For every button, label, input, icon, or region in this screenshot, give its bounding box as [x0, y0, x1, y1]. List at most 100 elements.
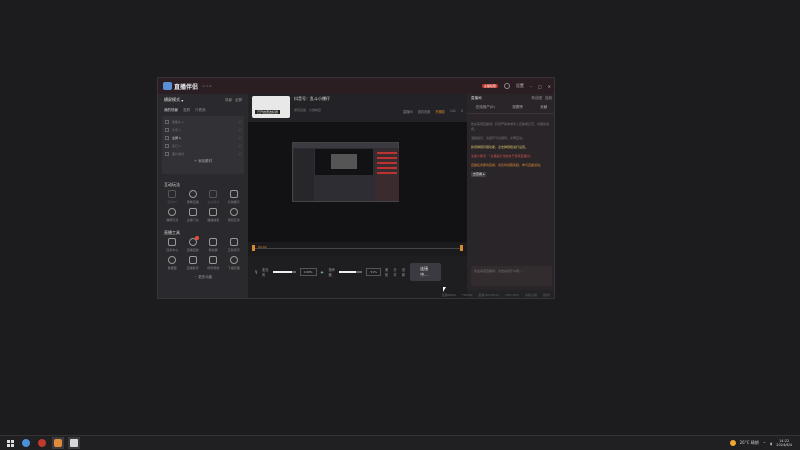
interactive-tool-label: 观看直播	[186, 200, 199, 204]
scene-item[interactable]: 图片素材 ◎	[165, 150, 241, 158]
speaker-volume-slider[interactable]	[339, 271, 363, 273]
link-icon	[209, 190, 218, 198]
tab-portrait[interactable]: 竖屏	[183, 108, 190, 113]
live-tool[interactable]: 正版音乐	[224, 238, 245, 252]
room-tag[interactable]: 大放映室	[309, 108, 321, 112]
add-source-button[interactable]: + 添加素材	[165, 159, 241, 164]
live-tool-label: 正版音乐	[227, 248, 240, 252]
interactive-tool[interactable]: 游戏互动	[224, 208, 245, 222]
eye-icon[interactable]: ◎	[238, 120, 241, 124]
speaker-icon[interactable]: 🔈	[321, 270, 325, 274]
scene-action[interactable]: 场景	[225, 98, 232, 103]
tab-contribution[interactable]: 贡献	[540, 105, 547, 110]
network-icon[interactable]: ⌃	[763, 441, 766, 446]
chevron-down-icon[interactable]: ▾	[180, 98, 183, 103]
live-tool[interactable]: 数据面	[162, 256, 183, 270]
maximize-icon[interactable]: □	[538, 84, 542, 89]
chat-input[interactable]: 欢迎来到直播间，点击说点什么吧...	[471, 266, 552, 286]
minimize-icon[interactable]: –	[530, 84, 532, 89]
tab-my-scenes[interactable]: 我的场景	[164, 108, 178, 113]
scene-list: 摄像头 1 ◎ 文字 1 ◎ 全屏 1 ◎ 窗口 1 ◎ 图片素材 ◎ + 添加素材	[162, 116, 244, 174]
right-header-room[interactable]: 直播间	[471, 96, 482, 100]
eye-icon[interactable]: ◎	[238, 128, 241, 132]
live-permission-badge[interactable]: 主播权限	[481, 84, 498, 88]
live-tool[interactable]: 任务中心	[162, 238, 183, 252]
media-icon[interactable]	[36, 437, 48, 449]
mic-volume-value[interactable]: 100%	[299, 268, 317, 276]
file-icon[interactable]	[68, 437, 80, 449]
interactive-tool[interactable]: 连线PK	[162, 190, 183, 204]
eye-icon[interactable]: ◎	[238, 136, 241, 140]
checkbox[interactable]	[165, 136, 169, 140]
checkbox[interactable]	[165, 144, 169, 148]
tab-online-users[interactable]: 在线用户(0)	[476, 105, 495, 110]
live-tool-label: 任务中心	[166, 248, 179, 252]
manage-icon	[229, 256, 238, 264]
right-header-connect[interactable]: 连线	[545, 96, 552, 100]
live-tool-label: 数据面	[167, 266, 177, 270]
interactive-section-title: 互动玩法	[164, 182, 180, 187]
view-button[interactable]: 去查看 ▸	[471, 172, 487, 177]
timeline[interactable]: 00:00	[248, 242, 467, 256]
chrome-icon[interactable]	[20, 437, 32, 449]
settings-link[interactable]: 设置	[516, 83, 524, 89]
close-icon[interactable]: ✕	[548, 84, 551, 89]
volume-icon[interactable]: ◖	[770, 441, 772, 446]
interactive-tool[interactable]: 弹幕玩法	[162, 208, 183, 222]
more-features-button[interactable]: ⋯ 更多功能	[158, 275, 248, 280]
room-cover[interactable]: 已开启更改标题	[252, 96, 290, 118]
timeline-end-marker[interactable]	[460, 245, 463, 251]
live-tool[interactable]: 直播助手	[183, 256, 204, 270]
scene-item[interactable]: 全屏 1 ◎	[165, 134, 241, 142]
interactive-tool[interactable]: 全站联动	[203, 190, 224, 204]
orange-app-icon[interactable]	[52, 437, 64, 449]
room-link[interactable]: 直播间	[403, 109, 413, 114]
mic-volume-slider[interactable]	[272, 271, 296, 273]
interactive-tool[interactable]: 礼物展示	[224, 190, 245, 204]
live-preview[interactable]	[248, 122, 467, 242]
checkbox[interactable]	[165, 128, 169, 132]
checkbox[interactable]	[165, 120, 169, 124]
start-live-button[interactable]: 连接中...	[410, 263, 442, 281]
system-tray: 26°C 晴朗 ⌃ ◖ 14:22 2024/6/4	[729, 439, 800, 447]
gift-icon	[229, 190, 238, 198]
start-button[interactable]	[4, 437, 16, 449]
props-settings-link[interactable]: 道具设置	[418, 109, 431, 114]
interactive-tool[interactable]: 福袋抽奖	[203, 208, 224, 222]
share-button[interactable]: 分享	[393, 267, 397, 277]
settings-button[interactable]: 设置	[402, 267, 406, 277]
tab-only-me[interactable]: 只看我	[195, 108, 206, 113]
mic-icon[interactable]: 🎙	[254, 270, 258, 274]
scene-item[interactable]: 摄像头 1 ◎	[165, 118, 241, 126]
timeline-start-marker[interactable]	[252, 245, 255, 251]
chat-message-text: 欢迎来到直播间！抖音严禁未成年人直播或打赏，请理性消费。	[471, 122, 550, 131]
room-category[interactable]: 游戏直播	[294, 108, 306, 112]
chat-message-text: 主播小助手：「主播提示当前处于游戏直播间」	[471, 154, 533, 158]
live-tool[interactable]: 粉丝群	[203, 238, 224, 252]
live-tool[interactable]: 直播回放	[183, 236, 204, 252]
clock[interactable]: 14:22 2024/6/4	[776, 439, 792, 447]
zoom-value[interactable]: 51%	[366, 268, 382, 276]
beauty-button[interactable]: 美颜	[385, 267, 389, 277]
live-tool[interactable]: 场景特效	[203, 256, 224, 270]
live-tool-label: 场景特效	[207, 266, 220, 270]
right-header-fans[interactable]: 粉丝团	[532, 96, 543, 100]
upload-icon	[168, 208, 177, 216]
eye-icon[interactable]: ◎	[238, 152, 241, 156]
scene-item[interactable]: 文字 1 ◎	[165, 126, 241, 134]
avatar[interactable]	[503, 83, 510, 89]
mode-selector[interactable]: 横屏模式	[164, 97, 180, 103]
scene-item[interactable]: 窗口 1 ◎	[165, 142, 241, 150]
live-tool-label: 直播回放	[186, 248, 199, 252]
checkbox[interactable]	[165, 152, 169, 156]
interactive-tool-label: 全站联动	[207, 200, 220, 204]
interactive-tool[interactable]: 观看直播	[183, 190, 204, 204]
tab-watch-rank[interactable]: 观看榜	[512, 105, 523, 110]
fullscreen-action[interactable]: 全屏	[235, 98, 242, 103]
room-title[interactable]: 抖音号：乱斗小爆仔	[294, 96, 330, 102]
live-tool[interactable]: 下播管理	[224, 256, 245, 270]
pre-live-link[interactable]: 开播前	[435, 109, 445, 114]
eye-icon[interactable]: ◎	[238, 144, 241, 148]
weather-text[interactable]: 26°C 晴朗	[740, 440, 759, 446]
interactive-tool[interactable]: 主播门派	[183, 208, 204, 222]
